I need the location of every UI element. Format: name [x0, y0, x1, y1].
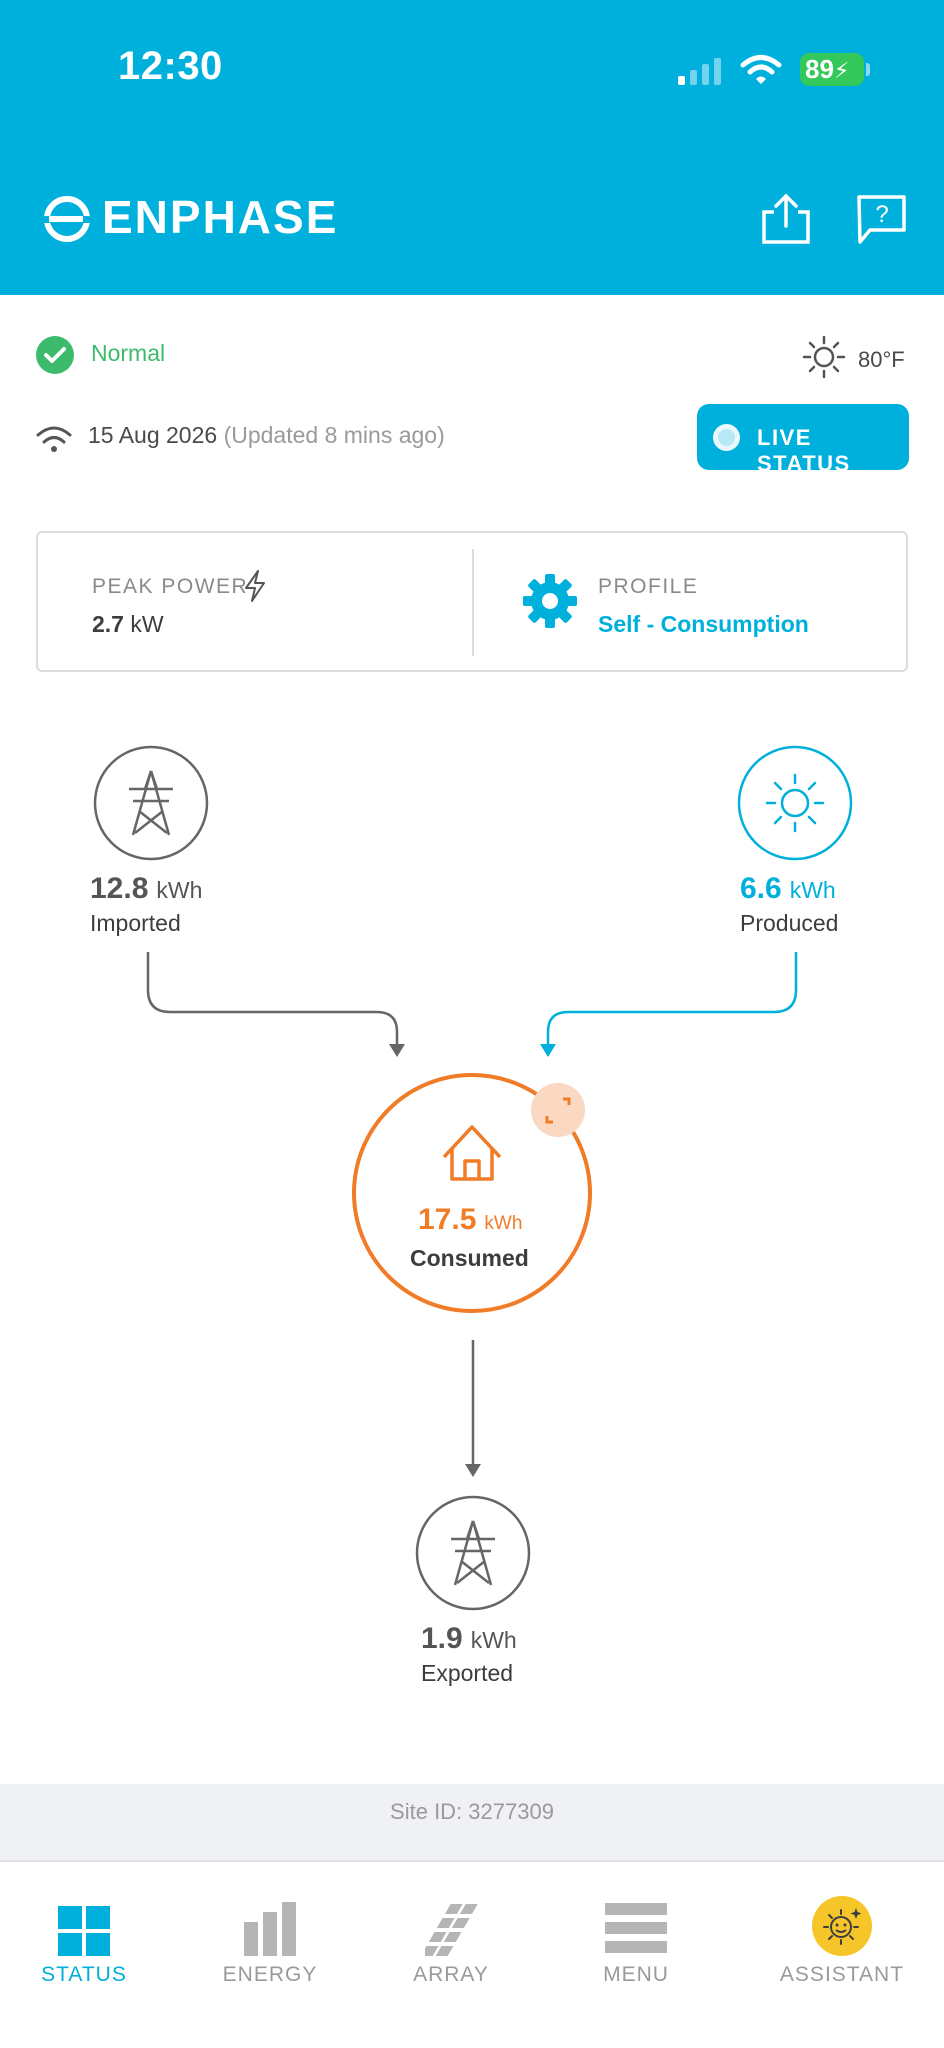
produced-unit: kWh — [789, 877, 836, 903]
arrow-to-export — [465, 1464, 481, 1477]
live-indicator-icon — [713, 424, 740, 451]
status-screen: 12:30 89⚡ ENPHASE ? Normal 80°F 15 Aug 2… — [0, 0, 944, 2048]
last-update: 15 Aug 2026 (Updated 8 mins ago) — [88, 422, 445, 449]
status-bar-time: 12:30 — [118, 44, 223, 88]
grid-export-icon[interactable] — [415, 1495, 531, 1611]
lightning-icon — [245, 570, 265, 602]
settings-gear-icon[interactable] — [520, 571, 580, 631]
exported-value: 1.9 kWh — [421, 1622, 517, 1656]
exported-unit: kWh — [470, 1627, 517, 1653]
arrow-to-home-from-grid — [389, 1044, 405, 1057]
consumed-label: Consumed — [410, 1245, 529, 1271]
assistant-sun-icon[interactable] — [812, 1896, 872, 1956]
nav-energy[interactable]: ENERGY — [195, 1963, 345, 1987]
status-ok-icon — [36, 336, 74, 374]
grid-import-icon[interactable] — [93, 745, 209, 861]
nav-assistant[interactable]: ASSISTANT — [767, 1963, 917, 1987]
live-status-button[interactable]: LIVE STATUS — [697, 404, 909, 476]
wifi-status-icon — [740, 55, 782, 84]
produced-value: 6.6 kWh — [740, 872, 836, 906]
consumed-value: 17.5 kWh — [418, 1203, 522, 1237]
imported-number: 12.8 — [90, 872, 149, 905]
card-divider — [472, 549, 474, 656]
updated-ago: (Updated 8 mins ago) — [223, 422, 445, 448]
solar-array-icon[interactable] — [425, 1900, 479, 1956]
menu-icon[interactable] — [605, 1903, 667, 1953]
arrow-to-home-from-solar — [540, 1044, 556, 1057]
exported-label: Exported — [421, 1660, 514, 1686]
site-id: Site ID: 3277309 — [390, 1799, 554, 1824]
svg-text:?: ? — [875, 201, 888, 228]
battery-indicator: 89⚡ — [800, 53, 864, 86]
peak-power-label: PEAK POWER — [92, 575, 248, 599]
enphase-logo-icon — [43, 196, 91, 242]
battery-level: 89 — [805, 54, 834, 84]
profile-value-link[interactable]: Self - Consumption — [598, 611, 809, 638]
peak-power-number: 2.7 — [92, 611, 124, 637]
wifi-connection-icon — [36, 426, 72, 452]
consumed-number: 17.5 — [418, 1203, 477, 1236]
live-status-label: LIVE STATUS — [757, 425, 851, 476]
nav-status[interactable]: STATUS — [9, 1963, 159, 1987]
peak-power-unit: kW — [130, 611, 164, 637]
produced-number: 6.6 — [740, 872, 782, 905]
brand-name: ENPHASE — [102, 191, 339, 243]
solar-production-icon[interactable] — [737, 745, 853, 861]
bottom-nav — [0, 1868, 944, 2048]
weather-sun-icon — [802, 335, 846, 379]
consumed-unit: kWh — [484, 1213, 523, 1234]
nav-array[interactable]: ARRAY — [376, 1963, 526, 1987]
imported-unit: kWh — [156, 877, 203, 903]
nav-menu[interactable]: MENU — [561, 1963, 711, 1987]
report-date: 15 Aug 2026 — [88, 422, 218, 448]
summary-card: PEAK POWER 2.7 kW PROFILE Self - Consump… — [36, 531, 908, 672]
battery-cap — [866, 63, 870, 76]
system-status-text: Normal — [91, 340, 166, 366]
peak-power-value: 2.7 kW — [92, 611, 164, 638]
exported-number: 1.9 — [421, 1622, 463, 1655]
charging-bolt-icon: ⚡ — [833, 58, 850, 83]
produced-label: Produced — [740, 910, 839, 936]
cellular-signal-icon — [678, 58, 721, 85]
share-icon[interactable] — [760, 192, 812, 246]
imported-label: Imported — [90, 910, 181, 936]
imported-value: 12.8 kWh — [90, 872, 202, 906]
profile-label: PROFILE — [598, 575, 699, 598]
expand-icon[interactable] — [530, 1082, 586, 1138]
temperature-value: 80°F — [858, 347, 905, 372]
peak-power-title: PEAK POWER — [92, 575, 249, 598]
help-icon[interactable]: ? — [856, 194, 908, 246]
status-grid-icon[interactable] — [58, 1906, 110, 1956]
bar-chart-icon[interactable] — [244, 1902, 296, 1956]
